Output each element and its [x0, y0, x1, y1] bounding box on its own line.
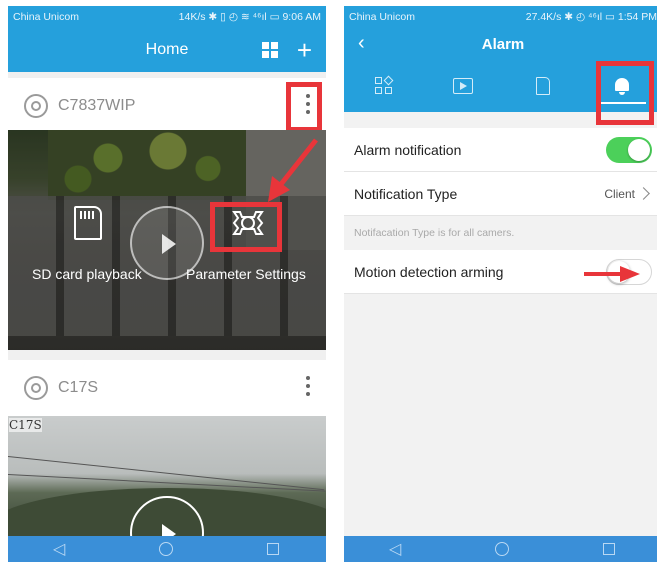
nav-recents-icon[interactable]: [603, 543, 615, 555]
add-camera-icon[interactable]: +: [297, 36, 312, 64]
highlight-box-more-options: [286, 82, 322, 132]
sd-card-playback-label[interactable]: SD card playback: [32, 266, 142, 282]
sd-card-icon[interactable]: [74, 206, 102, 240]
motion-detection-label: Motion detection arming: [354, 263, 504, 280]
system-nav-bar: [344, 536, 657, 562]
status-icons: 14K/s ✱ ▯ ◴ ≋ ⁴⁶ıl ▭ 9:06 AM: [178, 11, 321, 23]
nav-home-icon[interactable]: [495, 542, 509, 556]
camera-header-1[interactable]: C7837WIP: [8, 78, 326, 134]
app-bar: Home +: [8, 28, 326, 72]
device-grid-icon: [374, 75, 394, 95]
nav-recents-icon[interactable]: [267, 543, 279, 555]
camera-preview-2[interactable]: C17S: [8, 416, 326, 544]
carrier-label: China Unicom: [349, 11, 415, 23]
tab-device[interactable]: [344, 60, 424, 112]
tab-sd-card[interactable]: [503, 60, 583, 112]
camera-osd-label: C17S: [9, 418, 42, 432]
notification-type-value: Client: [604, 186, 635, 201]
notification-type-hint: Notifacation Type is for all camers.: [344, 216, 657, 250]
parameter-settings-label[interactable]: Parameter Settings: [186, 266, 306, 282]
phone-home-screen: China Unicom 14K/s ✱ ▯ ◴ ≋ ⁴⁶ıl ▭ 9:06 A…: [8, 6, 326, 562]
nav-back-icon[interactable]: [53, 539, 65, 559]
highlight-box-alarm-tab: [596, 61, 654, 125]
app-bar: ‹ Alarm: [344, 28, 657, 60]
status-bar: China Unicom 14K/s ✱ ▯ ◴ ≋ ⁴⁶ıl ▭ 9:06 A…: [8, 6, 326, 28]
page-title: Alarm: [481, 35, 525, 53]
back-icon[interactable]: ‹: [358, 32, 365, 55]
camera-icon: [24, 94, 48, 118]
nav-home-icon[interactable]: [159, 542, 173, 556]
grid-view-icon[interactable]: [262, 42, 278, 58]
system-nav-bar: [8, 536, 326, 562]
nav-back-icon[interactable]: [389, 539, 401, 559]
status-bar: China Unicom 27.4K/s ✱ ◴ ⁴⁶ıl ▭ 1:54 PM: [344, 6, 657, 28]
camera-icon: [24, 376, 48, 400]
camera-name: C7837WIP: [58, 97, 136, 114]
chevron-right-icon: [637, 187, 650, 200]
notification-type-row[interactable]: Notification Type Client: [344, 172, 657, 216]
carrier-label: China Unicom: [13, 11, 79, 23]
tab-playback[interactable]: [424, 60, 504, 112]
alarm-notification-toggle[interactable]: [606, 136, 652, 163]
alarm-notification-row: Alarm notification: [344, 128, 657, 172]
red-arrow-icon: [584, 266, 640, 282]
status-icons: 27.4K/s ✱ ◴ ⁴⁶ıl ▭ 1:54 PM: [525, 11, 657, 23]
phone-alarm-screen: China Unicom 27.4K/s ✱ ◴ ⁴⁶ıl ▭ 1:54 PM …: [344, 6, 657, 562]
page-title: Home: [145, 41, 189, 58]
highlight-box-parameter-settings: [210, 202, 282, 252]
camera-name: C17S: [58, 379, 99, 396]
more-options-icon[interactable]: [306, 376, 312, 396]
red-arrow-icon: [268, 138, 318, 202]
playback-icon: [453, 78, 474, 94]
alarm-notification-label: Alarm notification: [354, 141, 462, 158]
sd-card-icon: [535, 77, 550, 95]
notification-type-label: Notification Type: [354, 185, 458, 202]
camera-header-2[interactable]: C17S: [8, 360, 326, 416]
